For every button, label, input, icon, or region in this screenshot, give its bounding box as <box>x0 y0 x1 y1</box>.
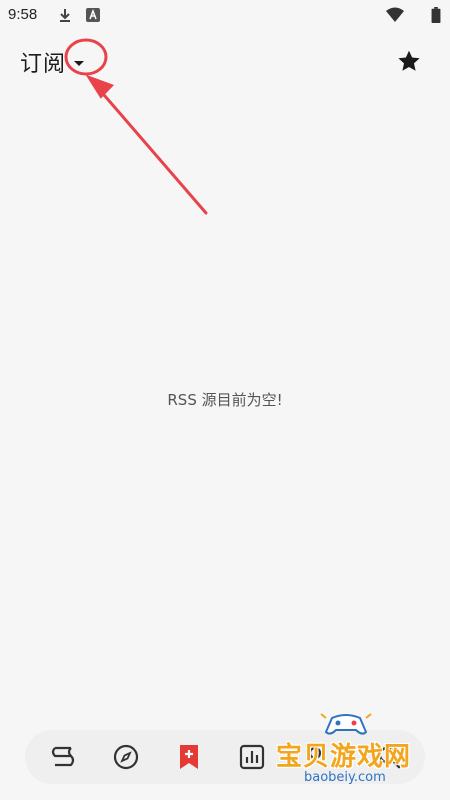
chart-icon[interactable] <box>238 743 266 771</box>
rss-bookmark-icon[interactable] <box>175 743 203 771</box>
empty-state-message: RSS 源目前为空! <box>167 391 283 409</box>
caret-down-icon[interactable] <box>74 61 85 66</box>
status-time: 9:58 <box>8 6 38 23</box>
bottom-navigation <box>25 730 425 784</box>
download-icon <box>60 9 70 22</box>
subscription-selector[interactable]: 订阅 <box>20 45 85 79</box>
search-icon[interactable] <box>375 743 403 771</box>
profile-icon[interactable] <box>301 743 329 771</box>
wifi-icon <box>386 7 404 22</box>
screen: 9:58 订阅 RSS 源目前为空! 宝贝游戏网 baobeiy.com <box>0 0 450 800</box>
status-bar: 9:58 <box>0 0 450 32</box>
bookshelf-icon[interactable] <box>49 743 77 771</box>
battery-icon <box>431 7 441 23</box>
font-a-icon <box>86 8 100 22</box>
top-app-bar: 订阅 <box>0 38 450 86</box>
annotation-arrow-shaft <box>96 86 208 215</box>
star-icon[interactable] <box>396 48 422 74</box>
page-title: 订阅 <box>20 52 67 77</box>
compass-icon[interactable] <box>112 743 140 771</box>
